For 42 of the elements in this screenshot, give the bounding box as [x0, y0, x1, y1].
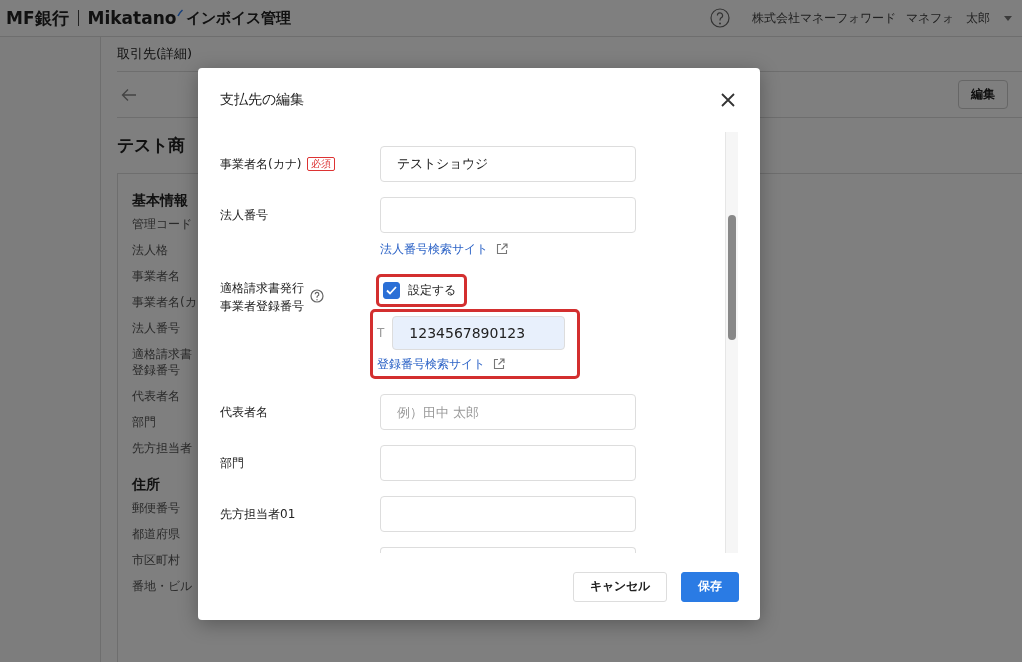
field-label: 市区町村 [132, 552, 181, 568]
field-label: 事業者名 [132, 268, 181, 284]
field-label: 法人番号 [220, 206, 268, 224]
field-label: 適格請求書発行 [220, 280, 304, 297]
dialog-title: 支払先の編集 [220, 91, 304, 109]
text-field[interactable]: 例）田中 太郎 [380, 394, 636, 430]
field-label: 先方担当者01 [220, 505, 296, 523]
prefix-label: T [377, 326, 385, 340]
field-label: 法人格 [132, 242, 169, 258]
search-site-link[interactable]: 法人番号検索サイト [380, 240, 488, 258]
field-label: 都道府県 [132, 526, 181, 542]
field-label: 適格請求書 [132, 346, 192, 362]
user-name[interactable]: マネフォ 太郎 [906, 9, 990, 27]
field-label: 部門 [132, 414, 157, 430]
section-heading: 住所 [132, 476, 161, 494]
field-label: 先方担当者 [132, 440, 193, 456]
field-label: 管理コード [132, 216, 193, 232]
breadcrumb: 取引先(詳細) [117, 45, 193, 63]
company-name: 株式会社マネーフォワード [752, 9, 897, 27]
field-label: 代表者名 [132, 388, 181, 404]
field-label: 代表者名 [220, 403, 268, 421]
registration-number-field[interactable]: 1234567890123 [392, 316, 566, 350]
search-site-link[interactable]: 登録番号検索サイト [377, 355, 485, 373]
field-label: 部門 [220, 454, 244, 472]
save-button[interactable]: 保存 [681, 571, 739, 602]
field-label: 事業者登録番号 [220, 298, 304, 315]
page-title: テスト商 [117, 134, 186, 157]
cancel-button[interactable]: キャンセル [573, 571, 667, 602]
section-heading: 基本情報 [132, 192, 189, 210]
logo-text: インボイス管理 [186, 8, 292, 28]
field-label: 番地・ビル [132, 578, 193, 594]
field-label: 事業者名(カ [132, 294, 198, 310]
edit-button[interactable]: 編集 [958, 80, 1008, 109]
text-field[interactable]: テストショウジ [380, 146, 636, 182]
field-label: 法人番号 [132, 320, 181, 336]
field-label: 登録番号 [132, 362, 180, 378]
field-label: 郵便番号 [132, 500, 181, 516]
required-badge: 必須 [307, 157, 336, 171]
logo-text: MF銀行 [6, 6, 69, 30]
logo-text: Mikatano [87, 8, 177, 28]
field-label: 事業者名(カナ) [220, 155, 302, 173]
checkbox-label: 設定する [408, 282, 456, 299]
